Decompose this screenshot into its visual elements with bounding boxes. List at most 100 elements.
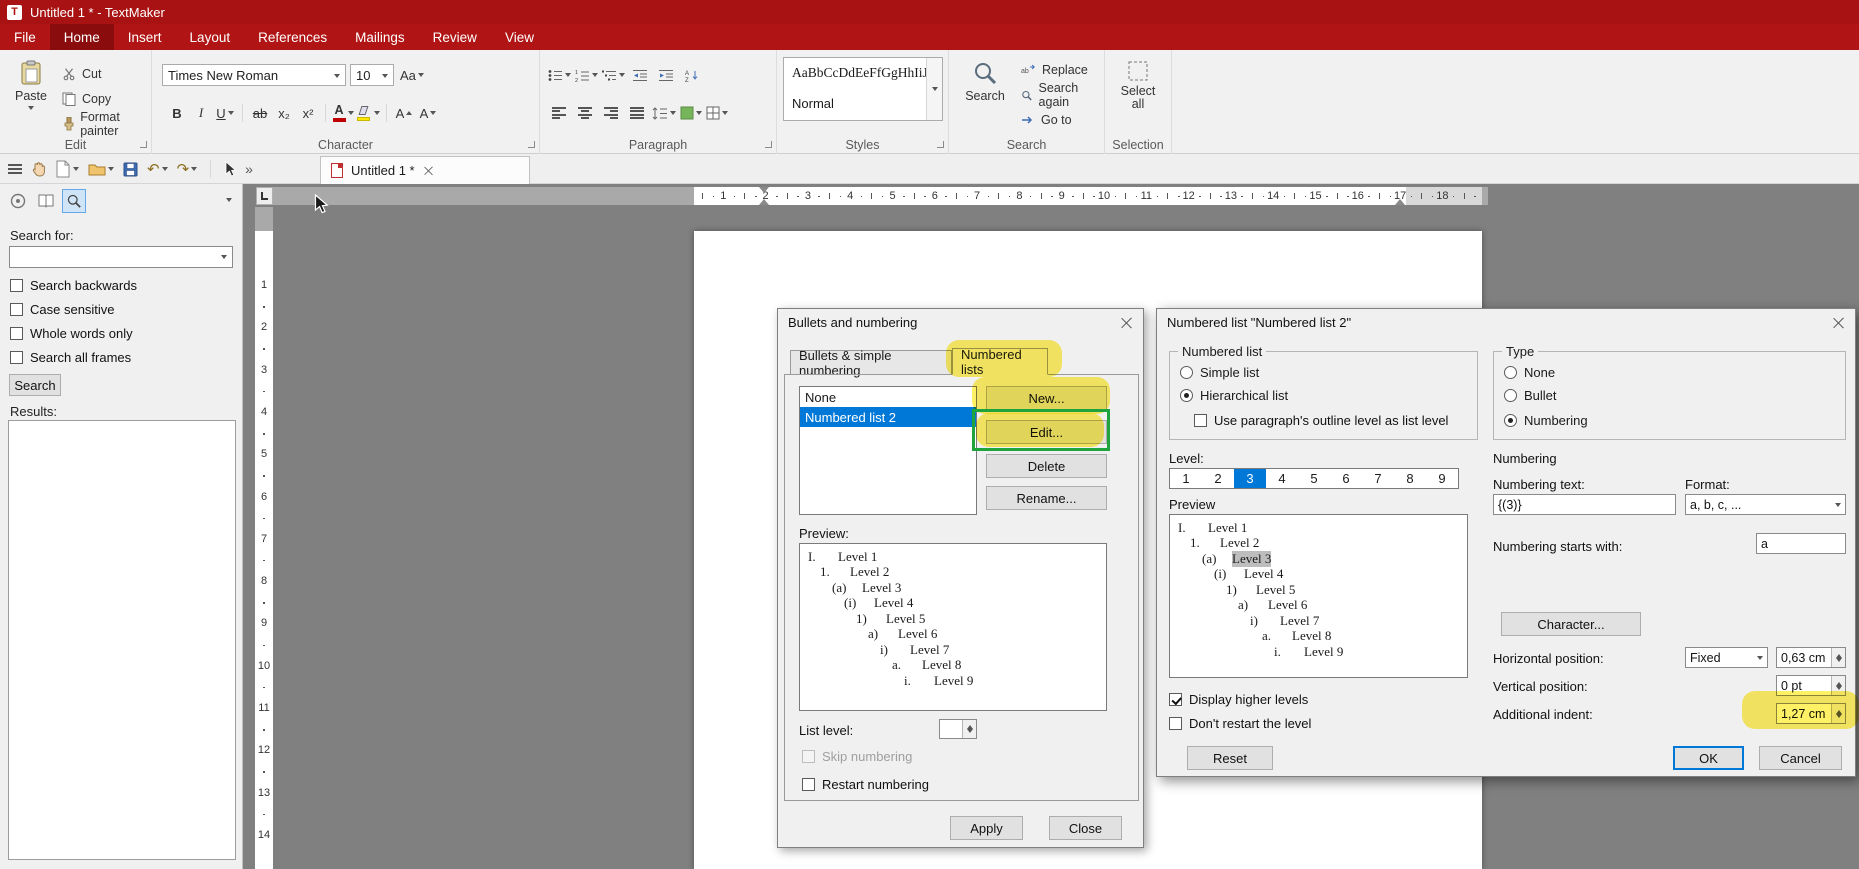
chevron-down-icon[interactable] <box>162 167 168 171</box>
reset-button[interactable]: Reset <box>1187 746 1273 770</box>
chevron-down-icon[interactable] <box>619 73 625 77</box>
display-higher-levels-option[interactable]: Display higher levels <box>1169 692 1308 707</box>
spin-down-icon[interactable] <box>1836 658 1842 668</box>
close-button[interactable]: Close <box>1049 816 1122 840</box>
hierarchical-list-radio[interactable]: Hierarchical list <box>1180 388 1288 403</box>
tab-numbered-lists[interactable]: Numbered lists <box>952 348 1048 375</box>
checkbox[interactable] <box>10 279 23 292</box>
chevron-down-icon[interactable] <box>73 167 79 171</box>
right-indent-marker[interactable] <box>1395 199 1405 205</box>
borders-button[interactable] <box>706 102 728 124</box>
results-list[interactable] <box>8 420 236 860</box>
multilevel-list-button[interactable] <box>602 64 625 86</box>
spin-up-icon[interactable] <box>1836 676 1842 686</box>
list-item-none[interactable]: None <box>800 387 976 407</box>
menu-home[interactable]: Home <box>50 24 114 50</box>
close-tab-icon[interactable] <box>424 166 433 175</box>
chevron-down-icon[interactable] <box>374 111 380 115</box>
menu-layout[interactable]: Layout <box>176 24 245 50</box>
chevron-down-icon[interactable] <box>565 73 571 77</box>
font-name-combo[interactable]: Times New Roman <box>162 64 346 86</box>
spinner-buttons[interactable] <box>1831 676 1845 695</box>
dont-restart-option[interactable]: Don't restart the level <box>1169 716 1311 731</box>
navigator-icon[interactable] <box>6 189 30 213</box>
dialog-launcher-icon[interactable] <box>765 141 772 148</box>
justify-button[interactable] <box>626 102 648 124</box>
grow-font-button[interactable]: A <box>393 102 415 124</box>
level-3[interactable]: 3 <box>1234 469 1266 488</box>
toolbar-overflow-icon[interactable]: » <box>245 161 253 177</box>
edit-button[interactable]: Edit... <box>986 420 1107 444</box>
horizontal-position-spinner[interactable]: 0,63 cm <box>1776 647 1846 668</box>
numbered-lists-listbox[interactable]: None Numbered list 2 <box>799 386 977 515</box>
checkbox[interactable] <box>1169 717 1182 730</box>
radio[interactable] <box>1504 414 1517 427</box>
radio[interactable] <box>1504 389 1517 402</box>
dialog-launcher-icon[interactable] <box>140 141 147 148</box>
menu-references[interactable]: References <box>244 24 341 50</box>
superscript-button[interactable]: x² <box>297 102 319 124</box>
level-7[interactable]: 7 <box>1362 469 1394 488</box>
shrink-font-button[interactable]: A <box>417 102 439 124</box>
close-dialog-button[interactable] <box>1821 309 1855 335</box>
shading-button[interactable] <box>680 102 702 124</box>
spinner-buttons[interactable] <box>1831 648 1845 667</box>
dialog-launcher-icon[interactable] <box>528 141 535 148</box>
bookmarks-icon[interactable] <box>34 189 58 213</box>
pointer-tool-icon[interactable] <box>224 161 236 177</box>
type-numbering-radio[interactable]: Numbering <box>1504 413 1588 428</box>
additional-indent-spinner[interactable]: 1,27 cm <box>1776 703 1846 724</box>
whole-words-option[interactable]: Whole words only <box>10 326 133 341</box>
sidebar-options-dropdown[interactable] <box>226 198 232 202</box>
new-button[interactable]: New... <box>986 386 1107 410</box>
font-size-combo[interactable]: 10 <box>350 64 394 86</box>
strikethrough-button[interactable]: ab <box>249 102 271 124</box>
spin-up-icon[interactable] <box>1836 704 1842 714</box>
align-left-button[interactable] <box>548 102 570 124</box>
checkbox[interactable] <box>10 351 23 364</box>
dialog-title-bar[interactable]: Numbered list "Numbered list 2" <box>1157 309 1855 335</box>
menu-insert[interactable]: Insert <box>114 24 176 50</box>
chevron-down-icon[interactable] <box>191 167 197 171</box>
level-2[interactable]: 2 <box>1202 469 1234 488</box>
search-again-button[interactable]: Search again <box>1021 86 1104 104</box>
checkbox[interactable] <box>1169 693 1182 706</box>
character-button[interactable]: Character... <box>1501 612 1641 636</box>
hand-tool-icon[interactable] <box>31 161 46 177</box>
save-icon[interactable] <box>123 162 138 177</box>
cancel-button[interactable]: Cancel <box>1759 746 1842 770</box>
align-center-button[interactable] <box>574 102 596 124</box>
goto-button[interactable]: Go to <box>1021 111 1072 129</box>
dialog-title-bar[interactable]: Bullets and numbering <box>778 309 1143 335</box>
menu-mailings[interactable]: Mailings <box>341 24 419 50</box>
checkbox[interactable] <box>802 778 815 791</box>
first-line-indent-marker[interactable] <box>759 187 769 193</box>
chevron-down-icon[interactable] <box>382 74 388 78</box>
bullet-list-button[interactable] <box>548 64 571 86</box>
checkbox[interactable] <box>10 303 23 316</box>
menu-file[interactable]: File <box>0 24 50 50</box>
subscript-button[interactable]: x₂ <box>273 102 295 124</box>
level-9[interactable]: 9 <box>1426 469 1458 488</box>
menu-view[interactable]: View <box>491 24 548 50</box>
delete-button[interactable]: Delete <box>986 454 1107 478</box>
dialog-launcher-icon[interactable] <box>937 141 944 148</box>
simple-list-radio[interactable]: Simple list <box>1180 365 1259 380</box>
document-tab[interactable]: Untitled 1 * <box>320 156 530 184</box>
chevron-down-icon[interactable] <box>670 111 676 115</box>
format-select[interactable]: a, b, c, ... <box>1685 494 1846 515</box>
vertical-position-spinner[interactable]: 0 pt <box>1776 675 1846 696</box>
bold-button[interactable]: B <box>166 102 188 124</box>
sort-button[interactable]: AZ <box>681 64 703 86</box>
level-8[interactable]: 8 <box>1394 469 1426 488</box>
chevron-down-icon[interactable] <box>696 111 702 115</box>
cut-button[interactable]: Cut <box>62 65 101 83</box>
type-none-radio[interactable]: None <box>1504 365 1555 380</box>
case-sensitive-option[interactable]: Case sensitive <box>10 302 115 317</box>
level-1[interactable]: 1 <box>1170 469 1202 488</box>
replace-button[interactable]: ab Replace <box>1021 61 1088 79</box>
level-6[interactable]: 6 <box>1330 469 1362 488</box>
starts-with-input[interactable]: a <box>1756 533 1846 554</box>
spinner-buttons[interactable] <box>1831 704 1845 723</box>
search-for-combo[interactable] <box>9 246 233 268</box>
